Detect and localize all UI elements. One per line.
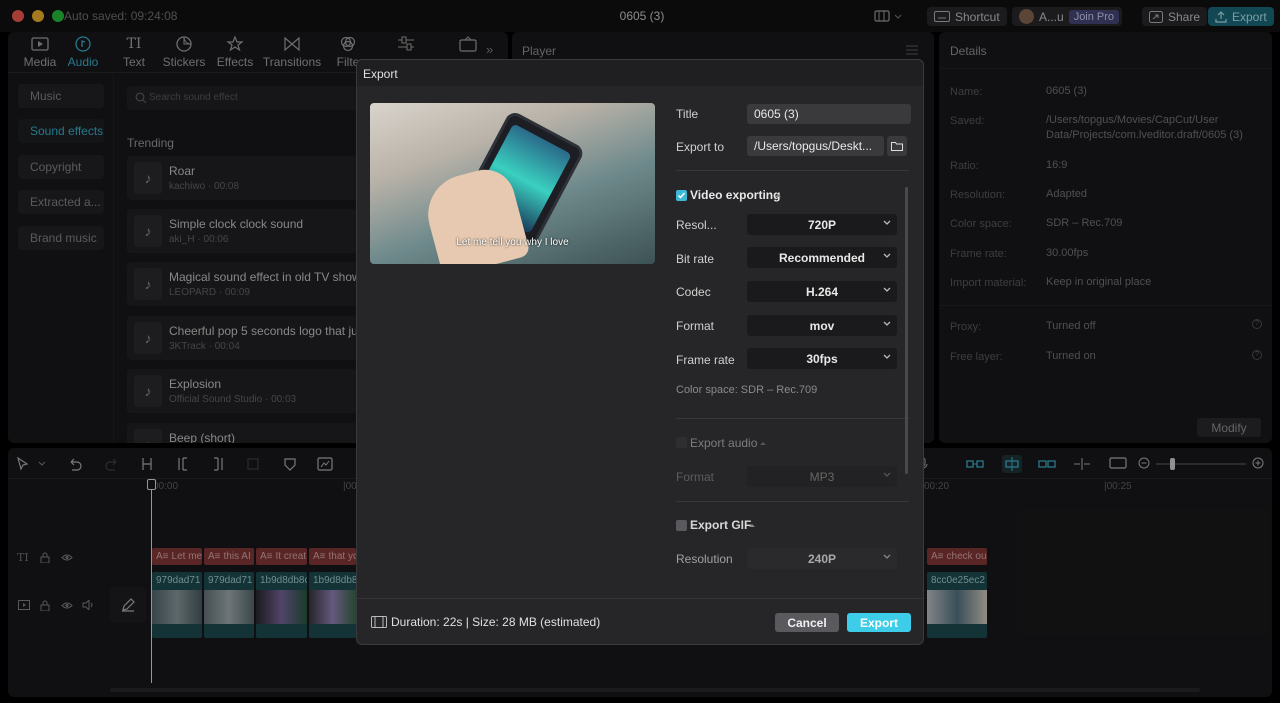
- bitrate-select[interactable]: Recommended: [747, 247, 897, 268]
- format-select[interactable]: mov: [747, 315, 897, 336]
- select-value: 30fps: [806, 351, 838, 366]
- select-value: Recommended: [778, 250, 866, 265]
- resolution-select[interactable]: 720P: [747, 214, 897, 235]
- select-value: H.264: [805, 284, 839, 299]
- gif-resolution-label: Resolution: [676, 552, 733, 566]
- export-button[interactable]: Export: [847, 613, 911, 632]
- film-icon: [371, 616, 387, 628]
- select-value: 720P: [807, 217, 837, 232]
- codec-select[interactable]: H.264: [747, 281, 897, 302]
- title-input[interactable]: 0605 (3): [747, 104, 911, 124]
- chevron-down-icon: [883, 554, 891, 560]
- chevron-down-icon: [883, 354, 891, 360]
- select-value: MP3: [809, 469, 835, 484]
- frame-rate-label: Frame rate: [676, 353, 735, 367]
- folder-icon: [891, 141, 903, 151]
- chevron-down-icon: [883, 472, 891, 478]
- collapse-icon[interactable]: [774, 193, 782, 198]
- chevron-down-icon: [883, 253, 891, 259]
- dialog-title: Export: [363, 67, 398, 81]
- cancel-button[interactable]: Cancel: [775, 613, 839, 632]
- collapse-icon[interactable]: [759, 441, 767, 446]
- bitrate-label: Bit rate: [676, 252, 715, 266]
- export-preview-thumbnail: Let me tell you why I love: [370, 103, 655, 264]
- dialog-header: Export: [357, 60, 923, 86]
- gif-export-checkbox[interactable]: [676, 520, 687, 531]
- chevron-down-icon: [883, 321, 891, 327]
- audio-export-heading: Export audio: [690, 436, 758, 450]
- section-divider: [676, 501, 909, 502]
- format-label: Format: [676, 319, 715, 333]
- section-divider: [676, 170, 909, 171]
- video-export-heading: Video exporting: [690, 188, 781, 202]
- resolution-label: Resol...: [676, 218, 717, 232]
- chevron-down-icon: [883, 220, 891, 226]
- subtitle-caption: Let me tell you why I love: [456, 237, 569, 248]
- frame-rate-select[interactable]: 30fps: [747, 348, 897, 369]
- section-divider: [676, 418, 909, 419]
- audio-format-select[interactable]: MP3: [747, 466, 897, 487]
- settings-scrollbar[interactable]: [905, 187, 908, 474]
- browse-folder-button[interactable]: [887, 136, 907, 156]
- gif-export-heading: Export GIF: [690, 518, 752, 532]
- export-dialog: Export Let me tell you why I love Title …: [356, 59, 924, 645]
- collapse-icon[interactable]: [748, 523, 756, 528]
- audio-export-checkbox[interactable]: [676, 437, 687, 448]
- video-export-checkbox[interactable]: [676, 190, 687, 201]
- chevron-down-icon: [883, 287, 891, 293]
- export-path-input[interactable]: /Users/topgus/Deskt...: [747, 136, 884, 156]
- codec-label: Codec: [676, 285, 711, 299]
- footer-divider: [357, 598, 923, 599]
- title-label: Title: [676, 107, 699, 121]
- select-value: mov: [809, 318, 835, 333]
- gif-resolution-select[interactable]: 240P: [747, 548, 897, 569]
- export-to-label: Export to: [676, 140, 725, 154]
- color-space-info: Color space: SDR – Rec.709: [676, 384, 818, 396]
- audio-format-label: Format: [676, 470, 715, 484]
- select-value: 240P: [807, 551, 837, 566]
- export-summary: Duration: 22s | Size: 28 MB (estimated): [391, 615, 601, 629]
